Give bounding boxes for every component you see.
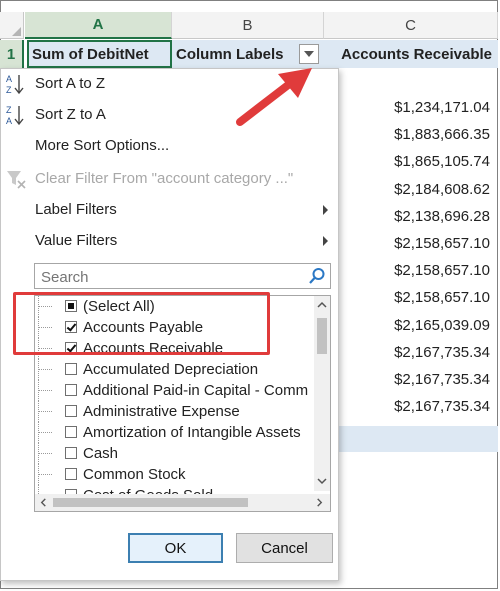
menu-label: Clear Filter From "account category ..." [35,169,294,187]
tree-line [38,464,52,485]
select-all-corner[interactable] [0,12,24,39]
scroll-left-icon[interactable] [39,498,48,507]
column-header-b[interactable]: B [172,12,324,39]
value-cell[interactable]: $1,883,666.35 [335,121,490,148]
value-cell[interactable]: $2,167,735.34 [335,339,490,366]
values-column: $1,234,171.04 $1,883,666.35 $1,865,105.7… [335,94,490,447]
checkbox[interactable] [65,426,77,438]
tree-line [38,401,52,422]
scroll-thumb[interactable] [317,318,327,354]
svg-text:Z: Z [6,85,12,95]
scroll-right-icon[interactable] [315,498,324,507]
value-cell[interactable]: $2,158,657.10 [335,230,490,257]
tree-line [38,380,52,401]
vertical-scrollbar[interactable] [314,296,330,491]
list-item-label: Cash [83,445,119,462]
sort-z-to-a-icon: Z A [6,105,24,126]
scroll-up-icon[interactable] [317,300,327,310]
clear-filter-icon [7,171,26,189]
menu-label: Value Filters [35,231,118,249]
value-cell[interactable]: $1,865,105.74 [335,148,490,175]
search-box[interactable] [34,263,331,289]
cell-a1[interactable]: Sum of DebitNet [27,40,172,68]
value-cell[interactable]: $2,158,657.10 [335,284,490,311]
search-icon[interactable] [308,267,326,285]
value-cell[interactable]: $2,167,735.34 [335,366,490,393]
list-item-label: Accumulated Depreciation [83,361,259,378]
svg-text:A: A [6,74,12,84]
scroll-down-icon[interactable] [317,476,327,486]
red-arrow-icon [236,68,312,126]
svg-text:A: A [6,116,12,126]
svg-text:Z: Z [6,105,12,115]
value-cell[interactable]: $1,234,171.04 [335,94,490,121]
list-item[interactable]: Administrative Expense [35,401,315,422]
list-item[interactable]: Additional Paid-in Capital - Comm [35,380,315,401]
menu-label: Label Filters [35,200,117,218]
column-header-a[interactable]: A [25,12,172,39]
highlight-box [13,292,270,355]
cell-c1[interactable]: Accounts Receivable [324,40,498,68]
cancel-button[interactable]: Cancel [236,533,333,563]
horizontal-scrollbar[interactable] [35,494,330,511]
submenu-arrow-icon [323,205,328,215]
list-item-label: Amortization of Intangible Assets [83,424,301,441]
menu-label: Sort A to Z [35,74,106,92]
value-cell[interactable]: $2,167,735.34 [335,393,490,420]
list-item[interactable]: Common Stock [35,464,315,485]
checkbox[interactable] [65,405,77,417]
list-item-label: Administrative Expense [83,403,240,420]
checkbox[interactable] [65,447,77,459]
value-cell[interactable]: $2,184,608.62 [335,176,490,203]
menu-item-label-filters[interactable]: Label Filters [1,195,338,223]
tree-line [38,359,52,380]
checkbox[interactable] [65,363,77,375]
menu-item-value-filters[interactable]: Value Filters [1,226,338,254]
search-input[interactable] [39,265,303,289]
submenu-arrow-icon [323,236,328,246]
checkbox[interactable] [65,468,77,480]
list-item-label: Additional Paid-in Capital - Comm [83,382,309,399]
scroll-thumb[interactable] [53,498,248,507]
sort-a-to-z-icon: A Z [6,74,24,95]
value-cell[interactable]: $2,138,696.28 [335,203,490,230]
list-item-label: Common Stock [83,466,186,483]
tree-line [38,443,52,464]
row-header-1[interactable]: 1 [0,40,24,68]
grand-total-row [324,426,498,452]
list-item[interactable]: Amortization of Intangible Assets [35,422,315,443]
menu-label: Sort Z to A [35,105,106,123]
value-cell[interactable]: $2,165,039.09 [335,312,490,339]
menu-label: More Sort Options... [35,136,170,154]
value-cell[interactable]: $2,158,657.10 [335,257,490,284]
column-header-c[interactable]: C [324,12,498,39]
ok-button[interactable]: OK [128,533,223,563]
menu-item-clear-filter: Clear Filter From "account category ..." [1,164,338,192]
tree-line [38,422,52,443]
list-item[interactable]: Accumulated Depreciation [35,359,315,380]
menu-item-more-sort-options[interactable]: More Sort Options... [1,131,338,159]
list-item[interactable]: Cash [35,443,315,464]
checkbox[interactable] [65,384,77,396]
